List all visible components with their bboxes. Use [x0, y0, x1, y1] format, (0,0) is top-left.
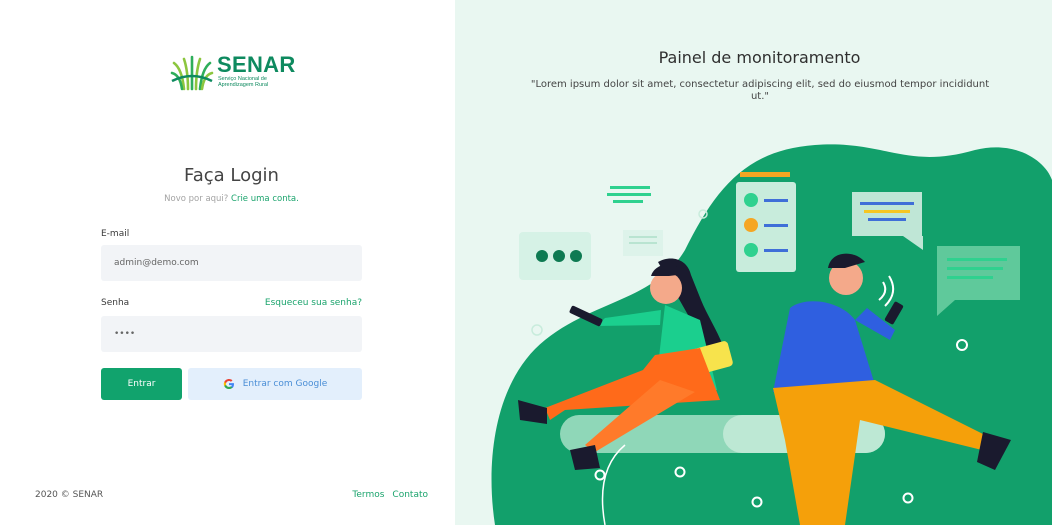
- google-icon: [223, 379, 234, 389]
- login-pane: SENAR Serviço Nacional de Aprendizagem R…: [0, 0, 455, 525]
- contact-list-icon: [736, 172, 796, 272]
- panel-title: Painel de monitoramento: [658, 48, 861, 67]
- panel-quote: "Lorem ipsum dolor sit amet, consectetur…: [530, 79, 990, 102]
- copyright: 2020 © SENAR: [35, 490, 104, 500]
- google-button-label: Entrar com Google: [242, 379, 328, 389]
- email-field[interactable]: admin@demo.com: [101, 245, 362, 281]
- terms-link[interactable]: Termos: [352, 490, 384, 500]
- signup-link[interactable]: Crie uma conta.: [231, 194, 299, 204]
- email-value: admin@demo.com: [114, 258, 199, 268]
- chat-bubble-icon: [519, 232, 591, 280]
- senar-logo-icon: [170, 55, 214, 91]
- signup-prompt: Novo por aqui?: [164, 194, 229, 204]
- logo-subtitle: Serviço Nacional de Aprendizagem Rural: [218, 76, 269, 88]
- login-title: Faça Login: [184, 165, 279, 186]
- password-field[interactable]: ••••: [101, 316, 362, 352]
- enter-button[interactable]: Entrar: [101, 368, 182, 400]
- contact-link[interactable]: Contato: [392, 490, 428, 500]
- senar-logo: SENAR Serviço Nacional de Aprendizagem R…: [170, 52, 310, 93]
- google-login-button[interactable]: Entrar com Google: [188, 368, 362, 400]
- email-label: E-mail: [101, 229, 130, 239]
- footer-links: Termos Contato: [352, 490, 428, 500]
- forgot-password-link[interactable]: Esqueceu sua senha?: [265, 298, 362, 308]
- logo-title: SENAR: [217, 52, 296, 77]
- password-value: ••••: [114, 329, 136, 339]
- signup-line: Novo por aqui? Crie uma conta.: [0, 194, 463, 204]
- monitoring-panel: Painel de monitoramento "Lorem ipsum dol…: [455, 0, 1052, 525]
- password-label: Senha: [101, 298, 130, 308]
